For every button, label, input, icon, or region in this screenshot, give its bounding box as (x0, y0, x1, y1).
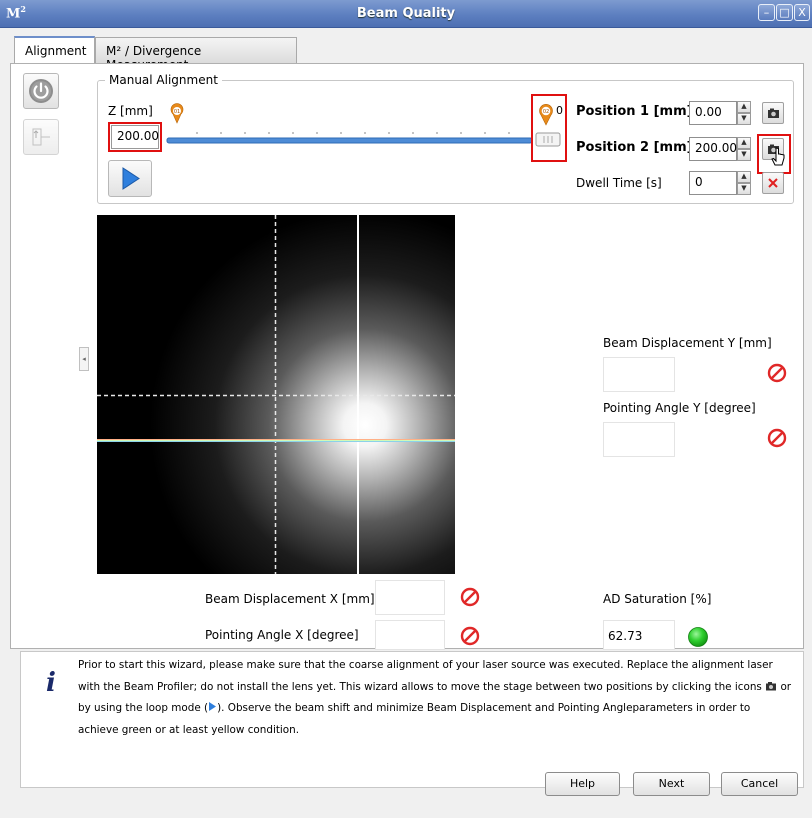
tab-m2-divergence[interactable]: M² / Divergence Measurement (95, 37, 297, 72)
info-text: Prior to start this wizard, please make … (78, 655, 794, 741)
play-loop-button[interactable] (108, 160, 152, 197)
position1-camera-button[interactable] (762, 102, 784, 124)
beam-disp-x-label: Beam Displacement X [mm] (205, 592, 375, 606)
slider-handle[interactable]: 02 0 (533, 100, 565, 160)
dwell-down[interactable]: ▼ (737, 183, 751, 195)
minimize-button[interactable]: – (758, 4, 775, 21)
camera-icon (766, 681, 777, 691)
position-marker-2: 02 (539, 104, 553, 126)
svg-text:01: 01 (174, 109, 180, 115)
mouse-cursor-icon (771, 147, 785, 166)
position2-field[interactable]: 200.00 (689, 137, 737, 161)
align-icon (32, 128, 50, 146)
blocked-status-icon (460, 626, 480, 646)
pointing-x-value (375, 620, 445, 650)
dwell-up[interactable]: ▲ (737, 171, 751, 183)
dwell-field[interactable]: 0 (689, 171, 737, 195)
position2-label: Position 2 [mm] (576, 140, 693, 155)
svg-text:02: 02 (543, 109, 549, 115)
slider-end-label: 0 (556, 104, 563, 117)
position1-up[interactable]: ▲ (737, 101, 751, 113)
z-label: Z [mm] (108, 104, 153, 118)
slider-ticks (196, 132, 510, 134)
pointing-y-value (603, 422, 675, 457)
camera-icon (768, 108, 779, 118)
beam-profile-image (97, 215, 455, 574)
position2-up[interactable]: ▲ (737, 137, 751, 149)
beam-crosshair-horizontal (97, 439, 455, 442)
position1-label: Position 1 [mm] (576, 104, 693, 119)
tab-label: Alignment (25, 44, 87, 58)
slider-track (166, 137, 533, 144)
info-icon: i (46, 668, 56, 698)
info-text-part1: Prior to start this wizard, please make … (78, 659, 773, 693)
blocked-status-icon (767, 363, 787, 383)
manual-alignment-label: Manual Alignment (105, 73, 222, 87)
play-icon (209, 702, 217, 712)
close-button[interactable]: X (794, 4, 810, 21)
beam-disp-x-value (375, 580, 445, 615)
ad-saturation-value: 62.73 (603, 620, 675, 650)
next-button[interactable]: Next (633, 772, 710, 796)
blocked-status-icon (460, 587, 480, 607)
z-value-field[interactable]: 200.00 (111, 125, 159, 149)
z-slider[interactable]: 01 (165, 100, 535, 150)
ad-saturation-label: AD Saturation [%] (603, 592, 712, 606)
help-button[interactable]: Help (545, 772, 620, 796)
pointing-x-label: Pointing Angle X [degree] (205, 628, 359, 642)
position2-down[interactable]: ▼ (737, 149, 751, 161)
beam-disp-y-value (603, 357, 675, 392)
green-status-icon (688, 627, 708, 647)
blocked-status-icon (767, 428, 787, 448)
play-icon (122, 167, 140, 190)
collapse-panel-button[interactable]: ◂ (79, 347, 89, 371)
window-title: Beam Quality (356, 6, 456, 21)
cancel-button[interactable]: Cancel (721, 772, 798, 796)
red-x-icon (768, 178, 778, 188)
dwell-label: Dwell Time [s] (576, 176, 662, 190)
position1-field[interactable]: 0.00 (689, 101, 737, 125)
power-icon (29, 79, 53, 103)
pointing-y-label: Pointing Angle Y [degree] (603, 401, 756, 415)
tab-alignment[interactable]: Alignment (14, 36, 95, 64)
align-tool-button[interactable] (23, 119, 59, 155)
power-button[interactable] (23, 73, 59, 109)
beam-disp-y-label: Beam Displacement Y [mm] (603, 336, 772, 350)
maximize-button[interactable]: □ (776, 4, 793, 21)
position1-down[interactable]: ▼ (737, 113, 751, 125)
position-marker-1: 01 (170, 103, 184, 124)
clear-button[interactable] (762, 172, 784, 194)
